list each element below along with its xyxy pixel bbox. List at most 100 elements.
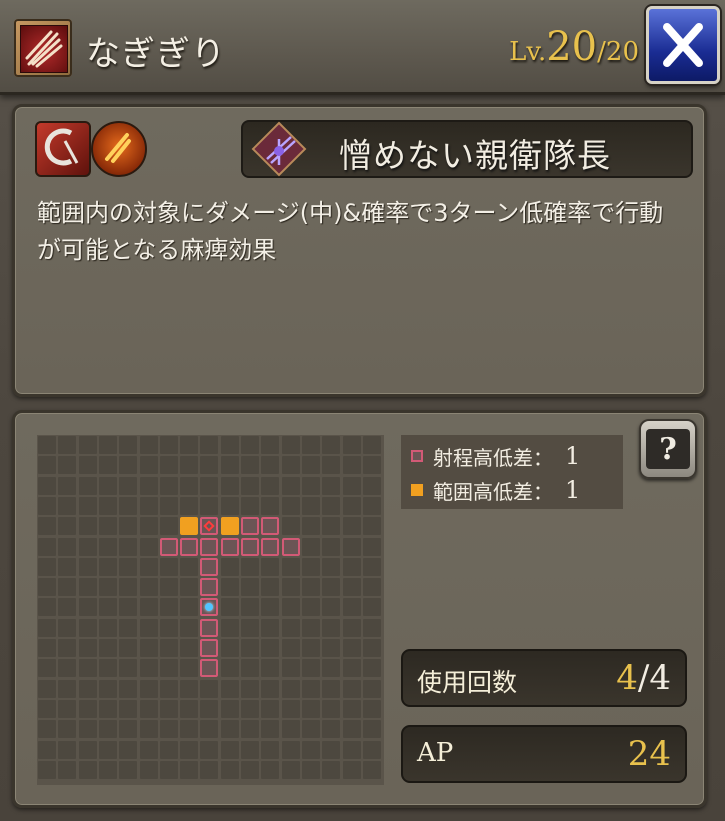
grid-cell	[301, 659, 320, 678]
grid-cell	[200, 740, 219, 759]
grid-cell	[301, 639, 320, 657]
grid-cell	[241, 679, 259, 698]
grid-cell	[362, 740, 381, 759]
grid-cell	[159, 436, 178, 454]
grid-cell	[38, 517, 56, 536]
grid-cell	[281, 740, 300, 759]
grid-cell	[281, 476, 300, 495]
grid-cell	[261, 720, 280, 739]
grid-cell	[58, 537, 77, 556]
grid-cell	[139, 740, 158, 759]
grid-cell	[139, 517, 158, 536]
grid-cell	[119, 659, 138, 678]
grid-cell	[322, 699, 341, 718]
grid-cell	[241, 618, 259, 637]
grid-cell	[220, 557, 239, 576]
grid-cell	[281, 557, 300, 576]
grid-cell	[301, 436, 320, 454]
grid-cell	[78, 699, 97, 718]
grid-cell	[159, 740, 178, 759]
grid-cell	[98, 517, 117, 536]
grid-cell	[139, 639, 158, 657]
grid-cell	[301, 760, 320, 779]
grid-cell	[322, 517, 341, 536]
grid-cell	[200, 760, 219, 779]
usage-max: 4	[649, 658, 671, 698]
grid-cell	[78, 456, 97, 475]
grid-cell	[38, 496, 56, 515]
grid-cell	[58, 496, 77, 515]
range-cell	[261, 517, 280, 536]
grid-cell	[58, 699, 77, 718]
grid-cell	[362, 760, 381, 779]
grid-cell	[159, 496, 178, 515]
grid-cell	[180, 639, 199, 657]
grid-cell	[301, 699, 320, 718]
grid-cell	[322, 436, 341, 454]
grid-cell	[58, 760, 77, 779]
grid-cell	[98, 699, 117, 718]
grid-cell	[58, 720, 77, 739]
grid-cell	[261, 639, 280, 657]
grid-cell	[342, 456, 361, 475]
grid-cell	[98, 639, 117, 657]
grid-cell	[220, 436, 239, 454]
grid-cell	[362, 618, 381, 637]
grid-cell	[58, 476, 77, 495]
grid-cell	[78, 639, 97, 657]
grid-cell	[261, 578, 280, 597]
grid-cell	[261, 740, 280, 759]
grid-cell	[322, 578, 341, 597]
grid-cell	[220, 618, 239, 637]
level-label: Lv.	[509, 37, 547, 67]
grid-cell	[220, 740, 239, 759]
grid-cell	[78, 476, 97, 495]
grid-cell	[119, 639, 138, 657]
close-button[interactable]	[646, 6, 720, 84]
grid-cell	[180, 618, 199, 637]
grid-cell	[180, 578, 199, 597]
grid-cell	[98, 436, 117, 454]
range-cell	[200, 557, 219, 576]
grid-cell	[281, 618, 300, 637]
grid-cell	[322, 456, 341, 475]
grid-cell	[180, 720, 199, 739]
grid-cell	[342, 740, 361, 759]
grid-cell	[322, 679, 341, 698]
title-name: 憎めない親衛隊長	[339, 136, 611, 175]
grid-cell	[261, 456, 280, 475]
grid-cell	[362, 537, 381, 556]
grid-cell	[98, 578, 117, 597]
grid-cell	[139, 578, 158, 597]
range-cell	[200, 618, 219, 637]
grid-cell	[342, 618, 361, 637]
usage-separator: /	[637, 658, 650, 698]
legend-range-label: 射程高低差：	[433, 445, 553, 470]
grid-cell	[119, 578, 138, 597]
usage-count-value: 4/4	[616, 658, 671, 698]
grid-cell	[58, 679, 77, 698]
grid-cell	[362, 720, 381, 739]
grid-cell	[119, 517, 138, 536]
grid-cell	[139, 760, 158, 779]
grid-cell	[78, 598, 97, 617]
grid-cell	[78, 496, 97, 515]
grid-cell	[301, 720, 320, 739]
grid-cell	[159, 699, 178, 718]
grid-cell	[159, 557, 178, 576]
grid-cell	[58, 740, 77, 759]
help-button[interactable]: ?	[639, 419, 697, 479]
grid-cell	[78, 557, 97, 576]
grid-cell	[159, 476, 178, 495]
grid-cell	[58, 659, 77, 678]
grid-cell	[362, 659, 381, 678]
grid-cell	[159, 659, 178, 678]
skill-description: 範囲内の対象にダメージ(中)&確率で3ターン低確率で行動が可能となる麻痺効果	[37, 199, 664, 264]
grid-cell	[78, 517, 97, 536]
grid-cell	[261, 760, 280, 779]
range-cell	[200, 537, 219, 556]
grid-cell	[119, 537, 138, 556]
grid-cell	[58, 557, 77, 576]
ap-plate: AP 24	[401, 725, 687, 783]
grid-cell	[119, 760, 138, 779]
